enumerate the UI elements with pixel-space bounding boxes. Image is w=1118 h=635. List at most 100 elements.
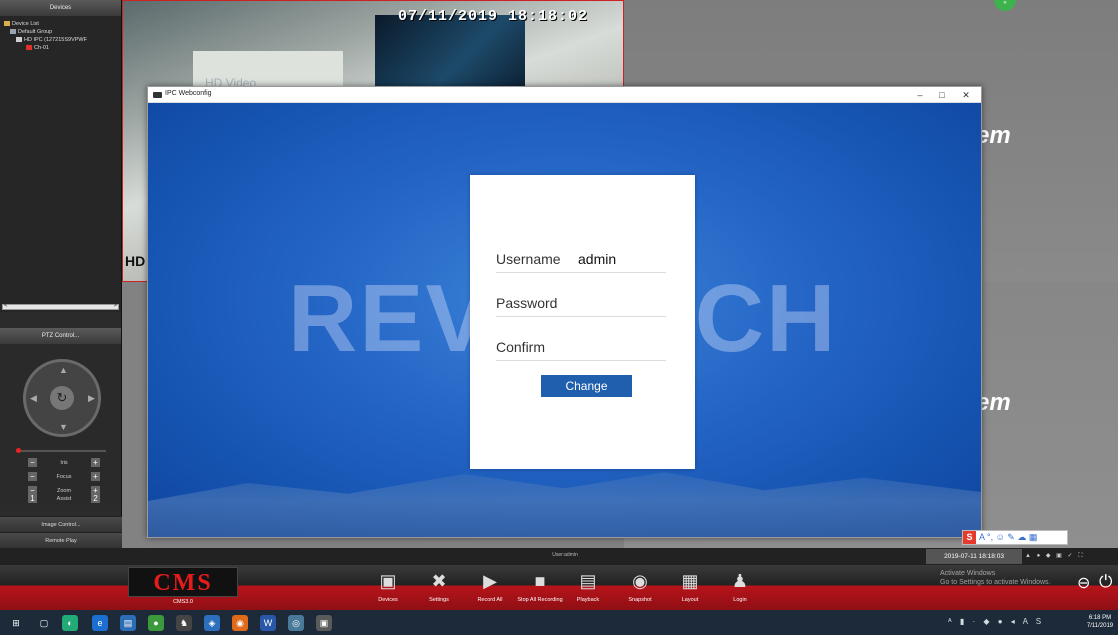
password-field[interactable]: Password: [496, 295, 666, 317]
current-user-label: User:admin: [552, 552, 578, 558]
app-icon-4[interactable]: ◈: [204, 615, 220, 631]
app-icon-3[interactable]: ♞: [176, 615, 192, 631]
tree-item-label: Ch-01: [34, 45, 49, 51]
playback-button[interactable]: ▤ Playback: [560, 567, 616, 610]
focus-plus-button[interactable]: +: [91, 472, 100, 481]
focus-control: − Focus +: [28, 472, 100, 484]
tree-item-device-list[interactable]: Device List: [4, 20, 117, 28]
username-field[interactable]: Username admin: [496, 251, 666, 273]
iris-minus-button[interactable]: −: [28, 458, 37, 467]
login-label: Login: [733, 597, 747, 603]
tree-item-ch01[interactable]: Ch-01: [4, 44, 117, 52]
ptz-speed-slider[interactable]: [16, 448, 106, 453]
datetime-display: 2019-07-11 18:18:03: [926, 549, 1022, 564]
app-icon-5[interactable]: ◎: [288, 615, 304, 631]
windows-start-icon[interactable]: ⊞: [8, 615, 24, 631]
login-button[interactable]: ♟ Login: [712, 567, 768, 610]
firefox-icon[interactable]: ◉: [232, 615, 248, 631]
app-icon-green[interactable]: ◐: [62, 615, 78, 631]
password-change-card: Username admin Password Confirm Change: [470, 175, 695, 469]
slider-handle[interactable]: [16, 448, 21, 453]
password-label: Password: [496, 295, 558, 311]
assist-label: Assist: [56, 496, 72, 502]
cms-version: CMS3.0: [173, 599, 193, 605]
word-icon[interactable]: W: [260, 615, 276, 631]
tree-item-label: HD IPC (127215S9VPWF: [24, 37, 87, 43]
edge-icon[interactable]: e: [92, 615, 108, 631]
ptz-center-refresh-icon[interactable]: ↻: [50, 386, 74, 410]
arrow-up-icon[interactable]: ▲: [59, 365, 68, 375]
change-button[interactable]: Change: [541, 375, 632, 397]
image-control-header[interactable]: Image Control...: [0, 516, 122, 532]
assist-2-button[interactable]: 2: [91, 494, 100, 503]
video-corner-text: HD: [125, 253, 146, 269]
tree-horizontal-scrollbar[interactable]: [2, 302, 119, 310]
ime-tool-icons[interactable]: A °, ☺ ✎ ☁ ▦: [979, 532, 1037, 542]
window-title-bar[interactable]: IPC Webconfig – □ ✕: [148, 87, 981, 103]
file-explorer-icon[interactable]: ▤: [120, 615, 136, 631]
ptz-control-header[interactable]: PTZ Control...: [0, 328, 121, 344]
tree-item-default-group[interactable]: Default Group: [4, 28, 117, 36]
activate-windows-watermark: Activate Windows Go to Settings to activ…: [940, 569, 1051, 587]
snapshot-label: Snapshot: [628, 597, 652, 603]
app-icon-2[interactable]: ●: [148, 615, 164, 631]
settings-icon: ✖: [431, 571, 447, 591]
cms-logo: CMS: [128, 567, 238, 597]
window-title: IPC Webconfig: [165, 90, 212, 97]
tree-item-label: Device List: [12, 21, 39, 27]
cms-taskbar-icon[interactable]: ▣: [316, 615, 332, 631]
devices-button[interactable]: ▣ Devices: [360, 567, 416, 610]
remote-play-header[interactable]: Remote Play: [0, 532, 122, 548]
playback-label: Playback: [576, 597, 600, 603]
home-icon: [4, 21, 10, 27]
activate-line-1: Activate Windows: [940, 570, 996, 577]
system-tray-icons[interactable]: ᴬ ▮ · ◆ ● ◂ A S: [948, 617, 1044, 626]
layout-label: Layout: [681, 597, 699, 603]
record-all-button[interactable]: ▶ Record All: [462, 567, 518, 610]
sogou-icon[interactable]: S: [963, 531, 976, 544]
close-button[interactable]: ✕: [955, 88, 977, 102]
minimize-button[interactable]: –: [909, 88, 931, 102]
snapshot-button[interactable]: ◉ Snapshot: [612, 567, 668, 610]
ptz-joystick[interactable]: ▲ ▼ ◀ ▶ ↻: [23, 359, 101, 437]
record-all-label: Record All: [477, 597, 503, 603]
arrow-down-icon[interactable]: ▼: [59, 422, 68, 432]
tree-item-label: Default Group: [18, 29, 53, 35]
settings-label: Settings: [429, 597, 449, 603]
status-icons[interactable]: ▲ ● ◆ ▣ ✓ ⛶: [1025, 552, 1084, 560]
settings-button[interactable]: ✖ Settings: [411, 567, 467, 610]
devices-label: Devices: [378, 597, 398, 603]
confirm-label: Confirm: [496, 339, 546, 355]
device-tree: Device List Default Group HD IPC (127215…: [0, 16, 121, 312]
devices-icon: ▣: [379, 571, 397, 591]
arrow-left-icon[interactable]: ◀: [30, 393, 37, 404]
desktop-screen: Devices Device List Default Group HD IPC…: [0, 0, 1118, 635]
focus-minus-button[interactable]: −: [28, 472, 37, 481]
focus-label: Focus: [56, 474, 72, 480]
app-icon: [153, 92, 162, 98]
power-icon[interactable]: ⏻: [1099, 572, 1112, 592]
maximize-button[interactable]: □: [931, 88, 953, 102]
iris-control: − Iris +: [28, 458, 100, 470]
taskbar-clock[interactable]: 6:18 PM 7/11/2019: [1082, 614, 1118, 630]
video-timestamp: 07/11/2019 18:18:02: [398, 8, 589, 25]
arrow-right-icon[interactable]: ▶: [88, 393, 95, 404]
ipc-webconfig-window: IPC Webconfig – □ ✕ REVOTECH Username ad…: [147, 86, 982, 538]
username-value[interactable]: admin: [578, 251, 616, 267]
layout-button[interactable]: ▦ Layout: [662, 567, 718, 610]
assist-1-button[interactable]: 1: [28, 494, 37, 503]
left-panel: Devices Device List Default Group HD IPC…: [0, 0, 122, 548]
confirm-field[interactable]: Confirm: [496, 339, 666, 361]
cms-status-bar: User:admin 2019-07-11 18:18:03 ▲ ● ◆ ▣ ✓…: [0, 548, 1118, 565]
assist-control: 1 Assist 2: [28, 494, 100, 506]
task-view-icon[interactable]: ▢: [36, 615, 52, 631]
clock-date: 7/11/2019: [1086, 623, 1114, 629]
ime-toolbar[interactable]: SA °, ☺ ✎ ☁ ▦: [962, 530, 1068, 545]
ptz-panel: ▲ ▼ ◀ ▶ ↻ − Iris + − Focus + − Zoom +: [0, 344, 121, 504]
activate-line-2: Go to Settings to activate Windows.: [940, 579, 1051, 586]
login-icon: ♟: [731, 571, 749, 591]
clock-time: 6:18 PM: [1088, 615, 1112, 621]
tree-item-hd-ipc[interactable]: HD IPC (127215S9VPWF: [4, 36, 117, 44]
iris-plus-button[interactable]: +: [91, 458, 100, 467]
minus-circle-icon[interactable]: ⊖: [1077, 573, 1090, 593]
